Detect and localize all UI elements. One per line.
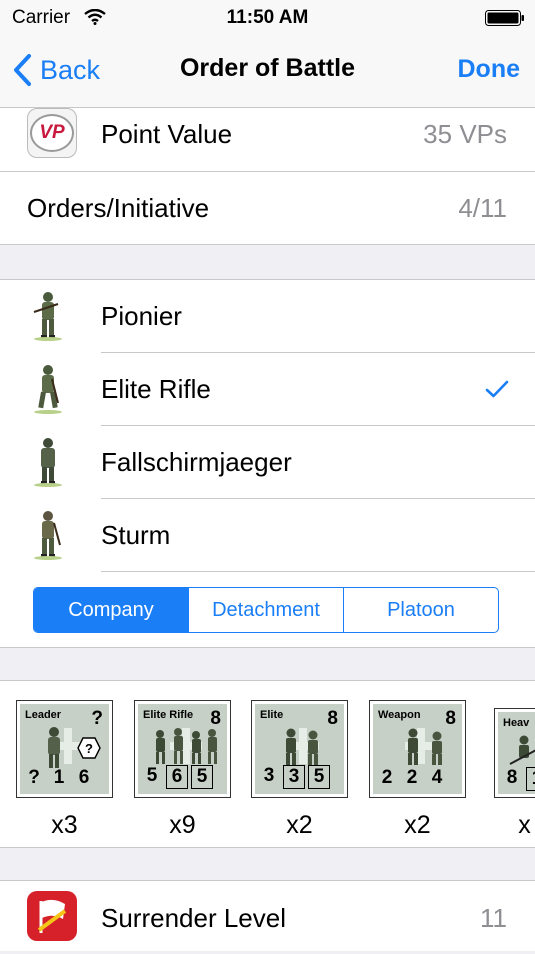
surrender-level-value: 11 bbox=[480, 903, 507, 933]
counter-stat: 6 bbox=[78, 767, 90, 788]
unit-type-row[interactable]: Elite Rifle bbox=[0, 353, 535, 426]
counter-stat: 2 bbox=[381, 767, 393, 788]
counter-stat: 5 bbox=[146, 765, 158, 786]
unit-type-label: Elite Rifle bbox=[101, 374, 211, 404]
hexagon-question-icon: ? bbox=[77, 737, 101, 759]
battery-icon bbox=[485, 10, 524, 26]
soldier-icon bbox=[34, 511, 62, 560]
counter-top-value: 8 bbox=[445, 708, 456, 729]
surrender-level-label: Surrender Level bbox=[101, 903, 286, 933]
counter-stat: ? bbox=[28, 767, 40, 788]
soldier-icon bbox=[34, 438, 62, 487]
page-title: Order of Battle bbox=[179, 54, 356, 82]
point-value-label: Point Value bbox=[101, 119, 233, 149]
unit-counter[interactable]: Leader ? ? ? 1 6 bbox=[16, 700, 113, 798]
counter-multiplier: x bbox=[518, 811, 531, 839]
counter-stat: 6 bbox=[166, 765, 188, 789]
surrender-level-row[interactable]: Surrender Level 11 bbox=[0, 881, 535, 954]
unit-type-label: Sturm bbox=[101, 520, 171, 550]
counter-stat: 3 bbox=[283, 765, 305, 789]
orders-initiative-value: 4/11 bbox=[458, 193, 507, 223]
point-value-row[interactable]: VP Point Value 35 VPs bbox=[0, 98, 535, 171]
formation-segmented-control: Company Detachment Platoon bbox=[33, 587, 499, 633]
orders-initiative-label: Orders/Initiative bbox=[27, 193, 210, 223]
checkmark-icon bbox=[485, 380, 509, 398]
unit-type-row[interactable]: Pionier bbox=[0, 280, 535, 353]
counter-face: Elite 8 3 3 5 bbox=[255, 704, 344, 794]
soldier-icon bbox=[34, 365, 62, 414]
counter-top-value: 8 bbox=[210, 708, 221, 729]
counter-top-value: ? bbox=[91, 708, 103, 729]
divider bbox=[101, 571, 535, 572]
unit-type-label: Pionier bbox=[101, 301, 182, 331]
counter-stats: 8 1 bbox=[501, 767, 535, 791]
counter-face: Heav 8 1 bbox=[498, 712, 535, 794]
surrender-section: Surrender Level 11 bbox=[0, 880, 535, 951]
unit-type-label: Fallschirmjaeger bbox=[101, 447, 292, 477]
counter-multiplier: x2 bbox=[404, 811, 431, 839]
counter-stats: ? 1 6 bbox=[23, 767, 95, 789]
counter-stat: 8 bbox=[506, 767, 518, 788]
unit-counter[interactable]: Elite Rifle 8 5 6 5 bbox=[134, 700, 231, 798]
unit-counter[interactable]: Weapon 8 2 2 4 bbox=[369, 700, 466, 798]
segment-platoon[interactable]: Platoon bbox=[343, 588, 498, 632]
counter-stat: 5 bbox=[191, 765, 213, 789]
svg-text:?: ? bbox=[85, 741, 93, 756]
counter-stats: 3 3 5 bbox=[258, 765, 330, 789]
counter-strip: Leader ? ? ? 1 6 x3 Elite Rifle 8 5 6 5 … bbox=[0, 680, 535, 848]
counter-title: Elite Rifle bbox=[143, 709, 194, 721]
counter-stats: 2 2 4 bbox=[376, 767, 448, 789]
clock: 11:50 AM bbox=[226, 7, 309, 28]
status-bar: Carrier 11:50 AM bbox=[0, 0, 535, 34]
counter-stat: 1 bbox=[526, 767, 535, 791]
counter-face: Leader ? ? ? 1 6 bbox=[20, 704, 109, 794]
counter-multiplier: x2 bbox=[286, 811, 313, 839]
counter-top-value: 8 bbox=[327, 708, 338, 729]
counter-title: Elite bbox=[260, 709, 284, 721]
counter-stat: 1 bbox=[53, 767, 65, 788]
counter-stat: 2 bbox=[406, 767, 418, 788]
soldier-figures-icon bbox=[408, 728, 442, 765]
soldier-icon bbox=[33, 292, 62, 341]
counter-multiplier: x9 bbox=[169, 811, 196, 839]
summary-section: VP Point Value 35 VPs Orders/Initiative … bbox=[0, 108, 535, 245]
counter-title: Weapon bbox=[378, 709, 421, 721]
segment-company[interactable]: Company bbox=[34, 588, 188, 632]
vp-icon: VP bbox=[27, 108, 77, 158]
counter-stats: 5 6 5 bbox=[141, 765, 213, 789]
orders-initiative-row[interactable]: Orders/Initiative 4/11 bbox=[0, 172, 535, 245]
done-button[interactable]: Done bbox=[458, 55, 521, 84]
unit-type-row[interactable]: Sturm bbox=[0, 499, 535, 572]
counter-face: Weapon 8 2 2 4 bbox=[373, 704, 462, 794]
counter-multiplier: x3 bbox=[51, 811, 78, 839]
point-value-value: 35 VPs bbox=[423, 119, 507, 149]
unit-type-section: Pionier Elite Rifle Fallschirmjaeger Stu… bbox=[0, 279, 535, 648]
counter-title: Heav bbox=[503, 717, 530, 729]
unit-counter[interactable]: Elite 8 3 3 5 bbox=[251, 700, 348, 798]
counter-face: Elite Rifle 8 5 6 5 bbox=[138, 704, 227, 794]
counter-stat: 3 bbox=[263, 765, 275, 786]
segment-detachment[interactable]: Detachment bbox=[188, 588, 343, 632]
unit-type-row[interactable]: Fallschirmjaeger bbox=[0, 426, 535, 499]
counter-title: Leader bbox=[25, 709, 62, 721]
unit-counter[interactable]: Heav 8 1 bbox=[494, 708, 535, 798]
counter-stat: 5 bbox=[308, 765, 330, 789]
navigation-bar: Back Order of Battle Done bbox=[0, 34, 535, 108]
counter-stat: 4 bbox=[431, 767, 443, 788]
surrender-flag-icon bbox=[27, 891, 77, 941]
